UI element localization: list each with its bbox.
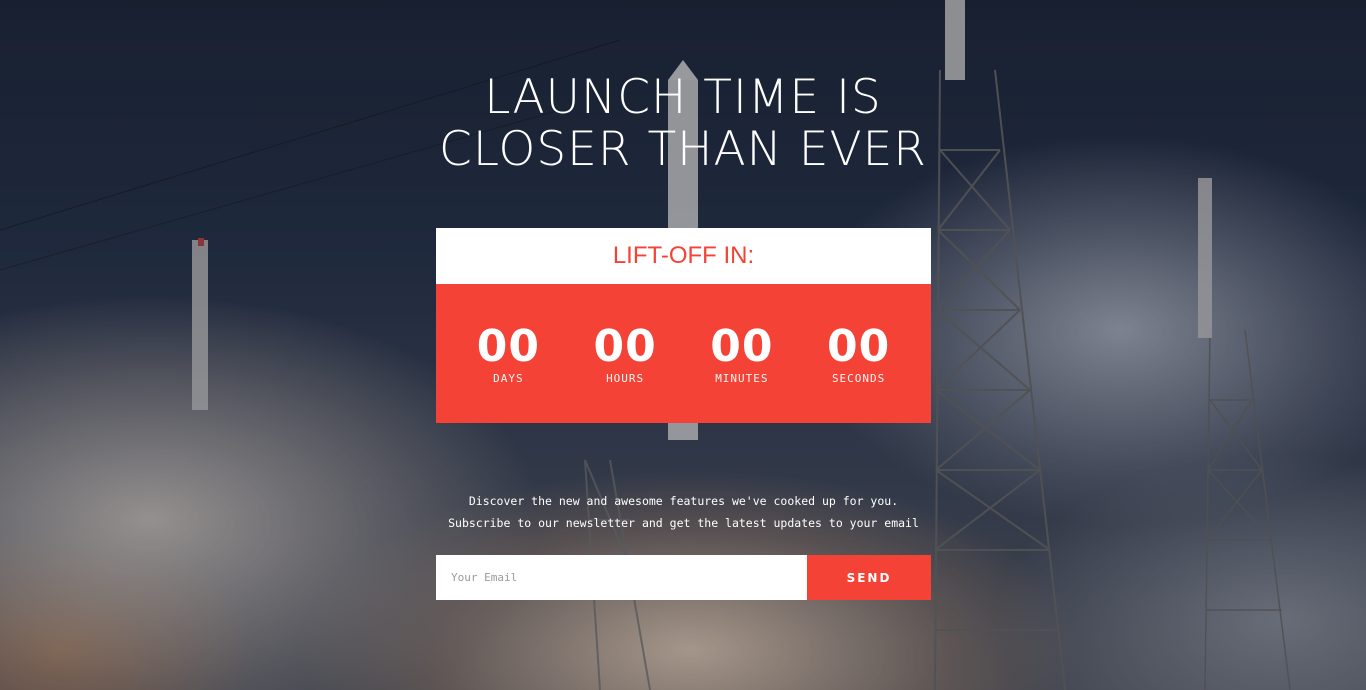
countdown-minutes: 00 MINUTES [692,322,792,386]
countdown-panel: LIFT-OFF IN: 00 DAYS 00 HOURS 00 MINUTES… [436,228,931,423]
hours-label: HOURS [606,372,645,385]
countdown-header: LIFT-OFF IN: [436,228,931,284]
minutes-value: 00 [710,321,774,372]
minutes-label: MINUTES [715,372,769,385]
title-line-1: LAUNCH TIME IS [484,70,882,125]
days-label: DAYS [493,372,524,385]
subscribe-form: SEND [436,555,931,600]
seconds-value: 00 [827,321,891,372]
days-value: 00 [476,321,540,372]
title-line-2: CLOSER THAN EVER [439,122,927,177]
countdown-hours: 00 HOURS [575,322,675,386]
email-input[interactable] [436,555,807,600]
countdown-seconds: 00 SECONDS [809,322,909,386]
seconds-label: SECONDS [831,372,886,385]
countdown-days: 00 DAYS [458,322,558,386]
newsletter-description: Discover the new and awesome features we… [448,494,919,530]
send-button[interactable]: SEND [807,555,931,600]
hours-value: 00 [593,321,657,372]
countdown-body: 00 DAYS 00 HOURS 00 MINUTES 00 SECONDS [436,284,931,423]
page-title: LAUNCH TIME IS CLOSER THAN EVER [383,72,983,176]
